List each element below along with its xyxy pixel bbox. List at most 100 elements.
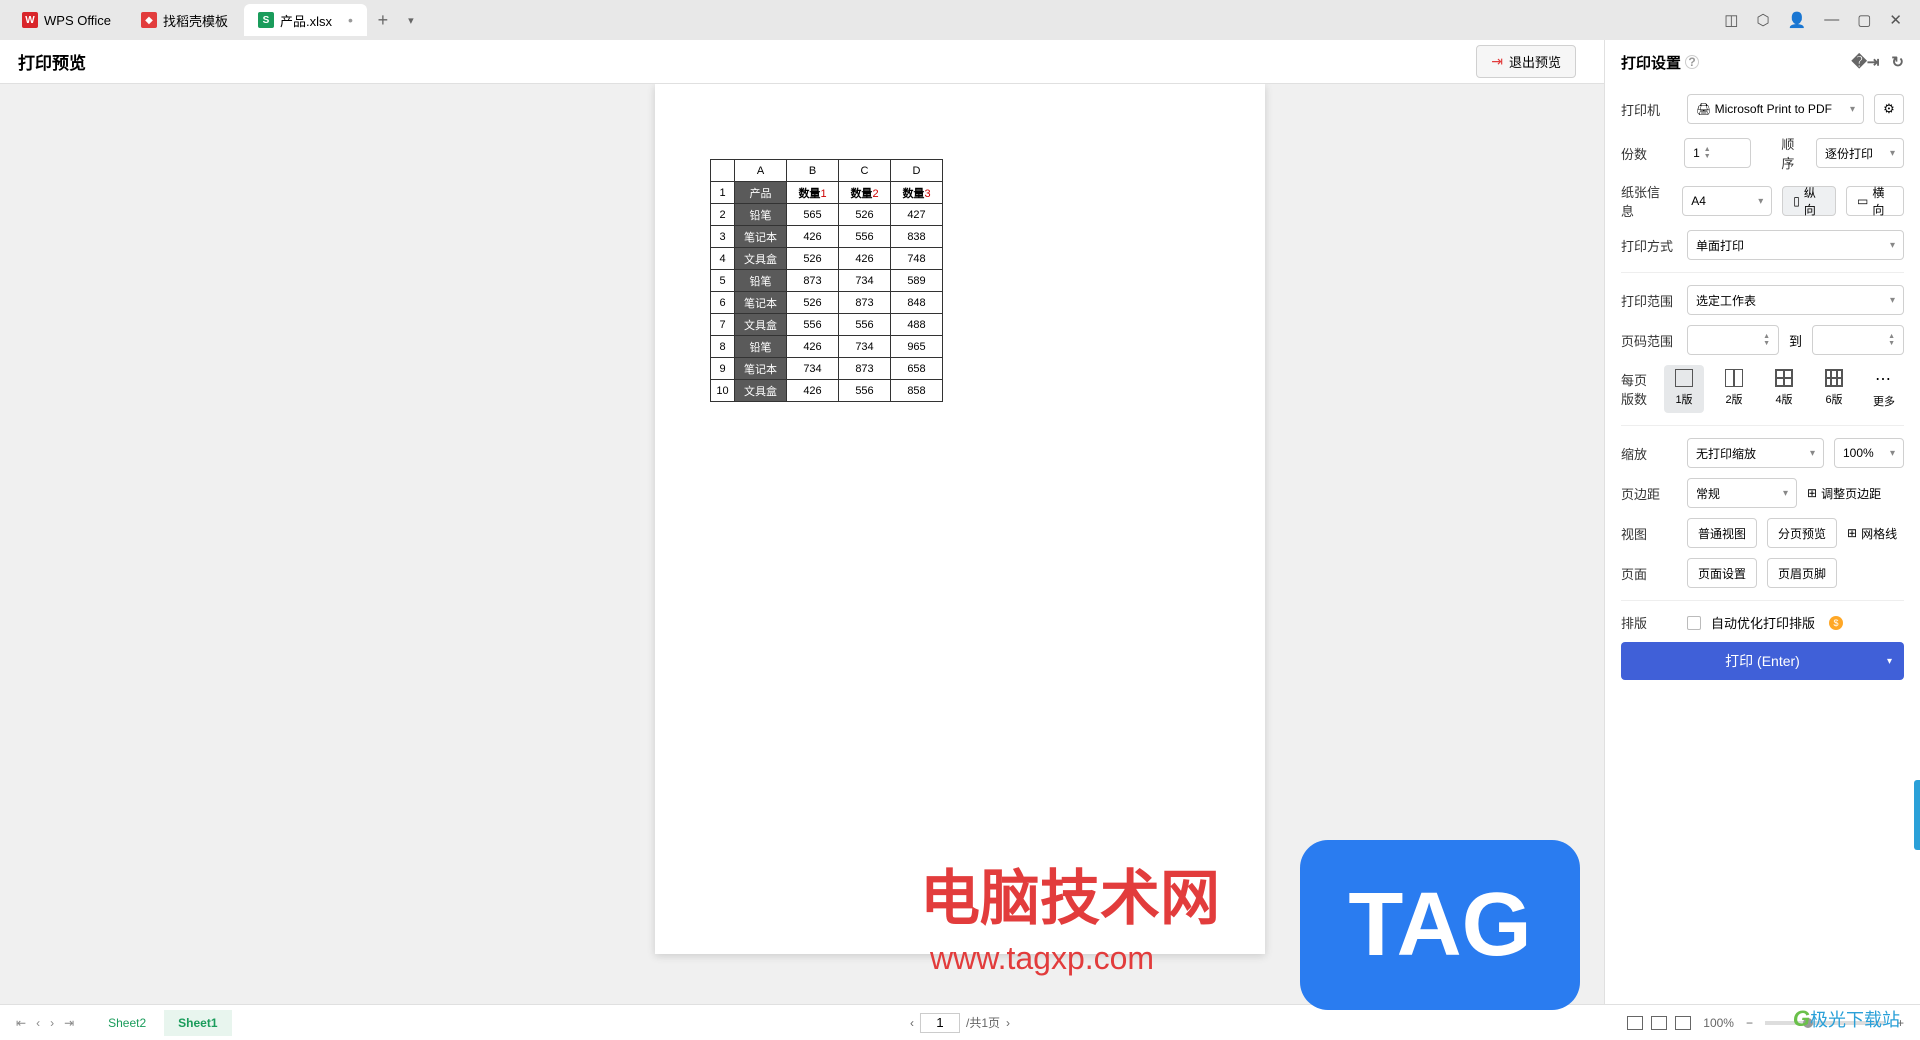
preview-page: A B C D 1产品数量1数量2数量3 2铅笔565526427 3笔记本42… <box>655 84 1265 954</box>
printer-settings-button[interactable]: ⚙ <box>1874 94 1904 124</box>
print-button-label: 打印 (Enter) <box>1725 651 1800 671</box>
status-bar: ⇤ ‹ › ⇥ Sheet2 Sheet1 ‹ /共1页 › 100% − + <box>0 1004 1920 1040</box>
tab-label: WPS Office <box>44 13 111 28</box>
auto-layout-label: 自动优化打印排版 <box>1711 613 1815 632</box>
panel-header: 打印设置 ? �⇥ ↻ <box>1621 40 1904 84</box>
exit-preview-button[interactable]: ⇥ 退出预览 <box>1476 45 1576 78</box>
duplex-select[interactable]: 单面打印▾ <box>1687 230 1904 260</box>
minimize-icon[interactable]: — <box>1824 11 1839 29</box>
sheet-nav: ⇤ ‹ › ⇥ <box>16 1016 74 1030</box>
zoom-out-icon[interactable]: − <box>1746 1016 1753 1030</box>
chevron-down-icon[interactable]: ▾ <box>1887 656 1892 667</box>
view-page-icon[interactable] <box>1651 1016 1667 1030</box>
range-select[interactable]: 选定工作表▾ <box>1687 285 1904 315</box>
view-split-icon[interactable] <box>1675 1016 1691 1030</box>
col-hdr: B <box>787 160 839 182</box>
sheet-tab[interactable]: Sheet2 <box>94 1010 160 1036</box>
printer-value: Microsoft Print to PDF <box>1715 102 1832 116</box>
copies-label: 份数 <box>1621 144 1674 163</box>
scale-pct-select[interactable]: 100%▾ <box>1834 438 1904 468</box>
collapse-icon[interactable]: �⇥ <box>1851 53 1879 71</box>
normal-view-button[interactable]: 普通视图 <box>1687 518 1757 548</box>
auto-layout-checkbox[interactable] <box>1687 616 1701 630</box>
page-input[interactable] <box>920 1013 960 1033</box>
window-controls: ◫ ⬡ 👤 — ▢ ✕ <box>1724 11 1912 29</box>
row-printer: 打印机 🖨 Microsoft Print to PDF ▾ ⚙ <box>1621 94 1904 124</box>
row-layout: 排版 自动优化打印排版 $ <box>1621 613 1904 632</box>
adjust-margin-button[interactable]: ⊞ 调整页边距 <box>1807 478 1881 508</box>
sheet-first-icon[interactable]: ⇤ <box>16 1016 26 1030</box>
per-page-4[interactable]: 4版 <box>1764 365 1804 413</box>
exit-label: 退出预览 <box>1509 52 1561 71</box>
cube-icon[interactable]: ⬡ <box>1756 11 1769 29</box>
gridlines-button[interactable]: ⊞ 网格线 <box>1847 518 1897 548</box>
sheet-prev-icon[interactable]: ‹ <box>36 1016 40 1030</box>
orientation-landscape-button[interactable]: ▭ 横向 <box>1846 186 1904 216</box>
watermark-tag: TAG <box>1300 840 1580 1010</box>
exit-icon: ⇥ <box>1491 53 1503 70</box>
watermark-url: www.tagxp.com <box>930 940 1154 977</box>
chevron-down-icon: ▾ <box>1850 104 1855 115</box>
page-next-icon[interactable]: › <box>1006 1016 1010 1030</box>
premium-badge-icon: $ <box>1829 616 1843 630</box>
header-footer-button[interactable]: 页眉页脚 <box>1767 558 1837 588</box>
scale-select[interactable]: 无打印缩放▾ <box>1687 438 1824 468</box>
margin-label: 页边距 <box>1621 484 1677 503</box>
panel-icon[interactable]: ◫ <box>1724 11 1738 29</box>
maximize-icon[interactable]: ▢ <box>1857 11 1871 29</box>
help-icon[interactable]: ? <box>1685 55 1699 69</box>
tab-menu-button[interactable]: ▾ <box>397 14 425 27</box>
close-icon[interactable]: • <box>348 12 353 28</box>
row-page-range: 页码范围 ▲▼ 到 ▲▼ <box>1621 325 1904 355</box>
paper-select[interactable]: A4▾ <box>1682 186 1772 216</box>
row-page-setting: 页面 页面设置 页眉页脚 <box>1621 558 1904 588</box>
row-copies: 份数 1▲▼ 顺序 逐份打印▾ <box>1621 134 1904 172</box>
page-label: 页面 <box>1621 564 1677 583</box>
sheet-next-icon[interactable]: › <box>50 1016 54 1030</box>
tab-label: 找稻壳模板 <box>163 11 228 30</box>
scale-label: 缩放 <box>1621 444 1677 463</box>
corner-cell <box>711 160 735 182</box>
printer-select[interactable]: 🖨 Microsoft Print to PDF ▾ <box>1687 94 1864 124</box>
view-label: 视图 <box>1621 524 1677 543</box>
tab-template[interactable]: ◆ 找稻壳模板 <box>127 4 242 36</box>
orientation-portrait-button[interactable]: ▯ 纵向 <box>1782 186 1836 216</box>
close-window-icon[interactable]: ✕ <box>1889 11 1902 29</box>
template-icon: ◆ <box>141 12 157 28</box>
page-title: 打印预览 <box>18 49 86 74</box>
side-handle[interactable] <box>1914 780 1920 850</box>
page-from-input[interactable]: ▲▼ <box>1687 325 1779 355</box>
tab-file-active[interactable]: S 产品.xlsx • <box>244 4 367 36</box>
duplex-label: 打印方式 <box>1621 236 1677 255</box>
page-setup-button[interactable]: 页面设置 <box>1687 558 1757 588</box>
order-select[interactable]: 逐份打印▾ <box>1816 138 1904 168</box>
col-hdr: D <box>891 160 943 182</box>
sheet-last-icon[interactable]: ⇥ <box>64 1016 74 1030</box>
row-scale: 缩放 无打印缩放▾ 100%▾ <box>1621 438 1904 468</box>
print-button[interactable]: 打印 (Enter) ▾ <box>1621 642 1904 680</box>
add-tab-button[interactable]: + <box>369 10 397 31</box>
row-paper: 纸张信息 A4▾ ▯ 纵向 ▭ 横向 <box>1621 182 1904 220</box>
page-prev-icon[interactable]: ‹ <box>910 1016 914 1030</box>
to-label: 到 <box>1789 331 1802 350</box>
row-range: 打印范围 选定工作表▾ <box>1621 285 1904 315</box>
per-page-more[interactable]: ⋯更多 <box>1864 365 1904 413</box>
pagebreak-view-button[interactable]: 分页预览 <box>1767 518 1837 548</box>
watermark-cn: 电脑技术网 <box>920 850 1220 937</box>
per-page-2[interactable]: 2版 <box>1714 365 1754 413</box>
spreadsheet-icon: S <box>258 12 274 28</box>
per-page-6[interactable]: 6版 <box>1814 365 1854 413</box>
view-grid-icon[interactable] <box>1627 1016 1643 1030</box>
tab-wps[interactable]: W WPS Office <box>8 4 125 36</box>
sheet-tab-active[interactable]: Sheet1 <box>164 1010 231 1036</box>
zoom-value[interactable]: 100% <box>1703 1016 1734 1030</box>
preview-table: A B C D 1产品数量1数量2数量3 2铅笔565526427 3笔记本42… <box>710 159 943 402</box>
per-page-1[interactable]: 1版 <box>1664 365 1704 413</box>
refresh-icon[interactable]: ↻ <box>1891 53 1904 71</box>
watermark-site: G极光下载站 <box>1793 1006 1900 1032</box>
margin-select[interactable]: 常规▾ <box>1687 478 1797 508</box>
copies-input[interactable]: 1▲▼ <box>1684 138 1751 168</box>
user-icon[interactable]: 👤 <box>1788 11 1807 29</box>
page-to-input[interactable]: ▲▼ <box>1812 325 1904 355</box>
sheet-tabs: Sheet2 Sheet1 <box>94 1010 231 1036</box>
